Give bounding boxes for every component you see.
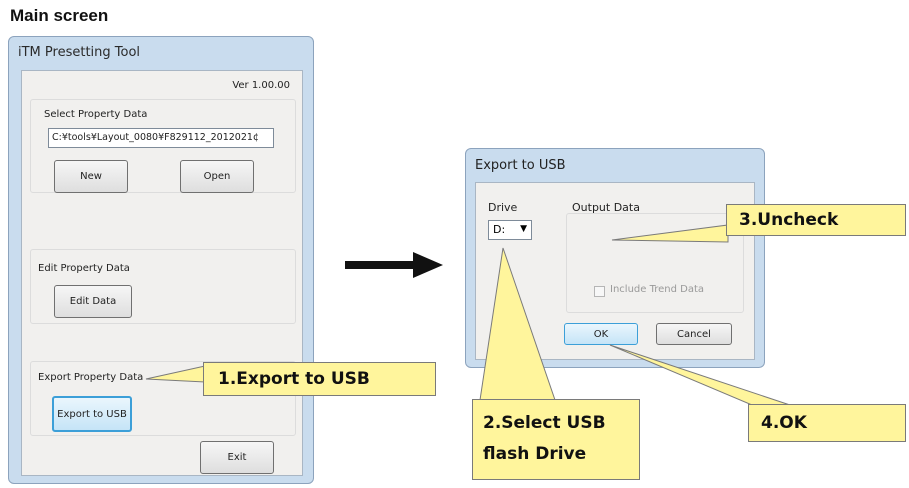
step2-pointer [479, 247, 556, 401]
callout-step2-line2: flash Drive [483, 444, 587, 464]
callout-step2-line1: 2.Select USB [483, 413, 606, 433]
callout-step4: 4.OK [748, 404, 906, 442]
callout-step3: 3.Uncheck [726, 204, 906, 236]
step1-pointer [145, 365, 206, 383]
step3-pointer [611, 224, 729, 243]
step4-pointer [609, 344, 791, 406]
callout-step2: 2.Select USB flash Drive [472, 399, 640, 480]
callout-step1: 1.Export to USB [203, 362, 436, 396]
